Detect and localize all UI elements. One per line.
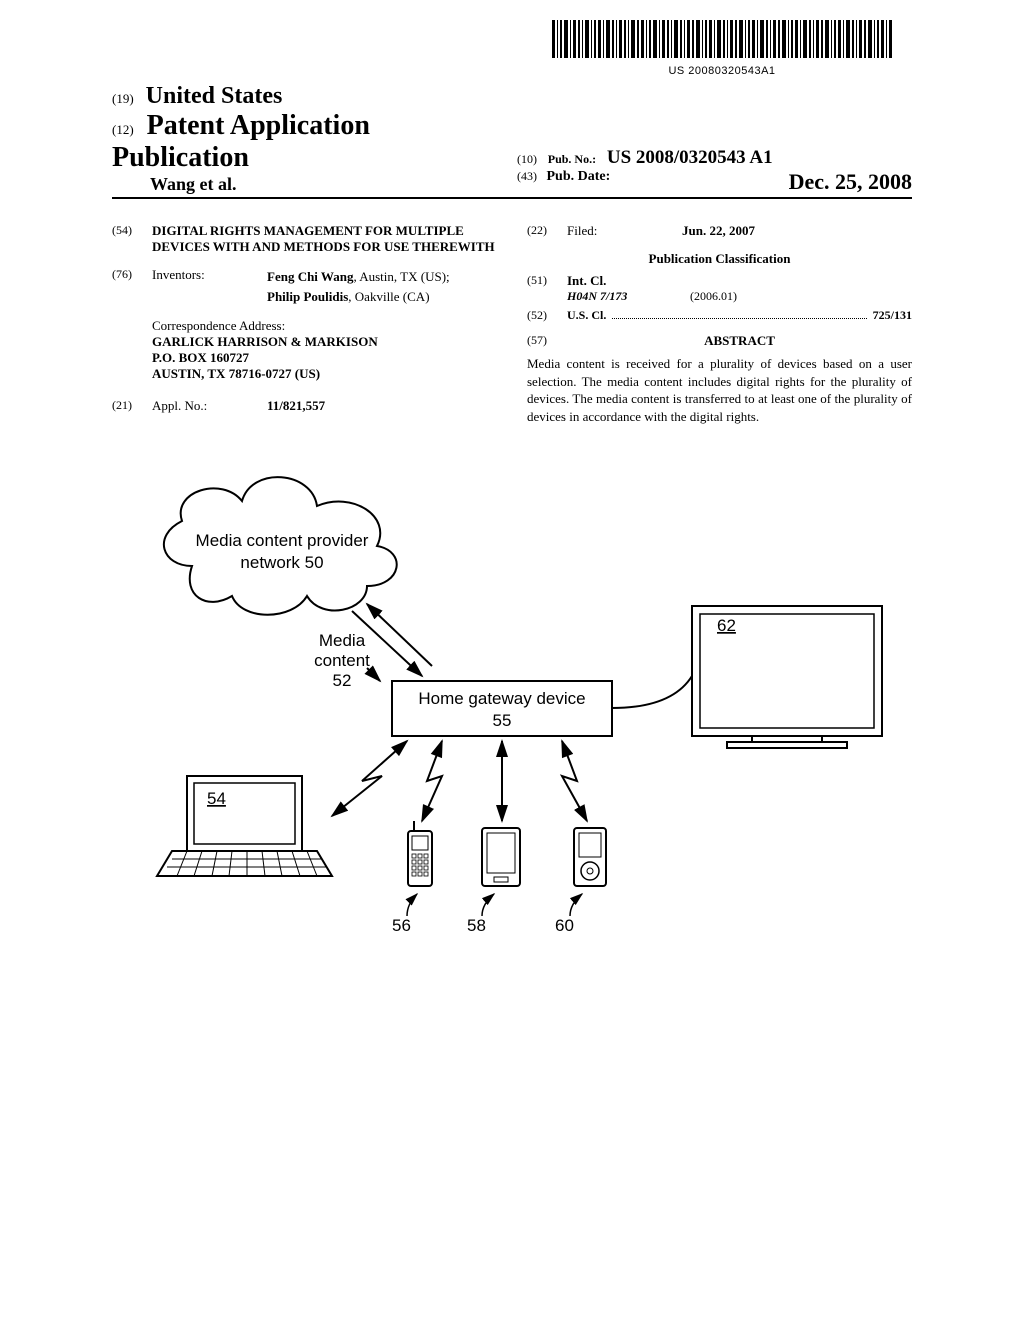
pda-callout-arrow <box>482 894 494 916</box>
cloud-label-1: Media content provider <box>196 531 369 550</box>
mp3-label: 60 <box>555 916 574 935</box>
laptop-icon: 54 <box>157 776 332 876</box>
mp3-callout-arrow <box>570 894 582 916</box>
code-57: (57) <box>527 333 567 349</box>
tv-label: 62 <box>717 616 736 635</box>
inventor-2-name: Philip Poulidis <box>267 289 348 304</box>
gateway-label-1: Home gateway device <box>418 689 585 708</box>
code-76: (76) <box>112 267 152 306</box>
cloud-label-2: network 50 <box>240 553 323 572</box>
invention-title: DIGITAL RIGHTS MANAGEMENT FOR MULTIPLE D… <box>152 223 497 255</box>
correspondence-line-3: AUSTIN, TX 78716-0727 (US) <box>152 366 497 382</box>
left-column: (54) DIGITAL RIGHTS MANAGEMENT FOR MULTI… <box>112 223 497 426</box>
media-label-3: 52 <box>333 671 352 690</box>
code-52: (52) <box>527 308 567 323</box>
publication-classification-heading: Publication Classification <box>527 251 912 267</box>
mp3-icon <box>574 828 606 886</box>
tv-icon: 62 <box>692 606 882 748</box>
application-number: 11/821,557 <box>267 398 497 414</box>
pubdate-label: Pub. Date: <box>547 169 611 184</box>
wireless-arrow-laptop <box>332 741 407 816</box>
abstract-heading: ABSTRACT <box>567 333 912 349</box>
abstract-text: Media content is received for a pluralit… <box>527 355 912 425</box>
phone-label: 56 <box>392 916 411 935</box>
code-51: (51) <box>527 273 567 289</box>
wireless-arrow-mp3 <box>562 741 587 821</box>
laptop-label: 54 <box>207 789 226 808</box>
doc-type: Patent Application Publication <box>112 110 370 173</box>
intcl-date: (2006.01) <box>690 289 737 303</box>
pub-date: Dec. 25, 2008 <box>789 169 912 195</box>
country-name: United States <box>146 83 283 109</box>
filed-date: Jun. 22, 2007 <box>682 223 912 239</box>
barcode-area: US 20080320543A1 <box>112 20 912 79</box>
code-21: (21) <box>112 398 152 414</box>
cellphone-icon <box>408 821 432 886</box>
code-19: (19) <box>112 91 134 106</box>
code-54: (54) <box>112 223 152 255</box>
inventor-1-loc: , Austin, TX (US); <box>353 269 449 284</box>
pda-label: 58 <box>467 916 486 935</box>
authors-line: Wang et al. <box>150 174 507 195</box>
pub-number: US 2008/0320543 A1 <box>607 147 773 168</box>
media-label-1: Media <box>319 631 366 650</box>
barcode-icon <box>552 20 892 58</box>
correspondence-line-1: GARLICK HARRISON & MARKISON <box>152 334 497 350</box>
uscl-value: 725/131 <box>873 308 912 323</box>
correspondence-label: Correspondence Address: <box>152 318 497 334</box>
cloud-icon: Media content provider network 50 <box>164 477 397 615</box>
inventors-value: Feng Chi Wang, Austin, TX (US); Philip P… <box>267 267 497 306</box>
wireless-arrow-phone <box>422 741 442 821</box>
inventor-1-name: Feng Chi Wang <box>267 269 353 284</box>
pubno-label: Pub. No.: <box>548 152 596 166</box>
phone-callout-arrow <box>407 894 417 916</box>
barcode-number: US 20080320543A1 <box>552 65 892 77</box>
inventor-2-loc: , Oakville (CA) <box>348 289 429 304</box>
patent-figure: Media content provider network 50 Media … <box>112 446 912 966</box>
dot-leader <box>612 318 866 319</box>
gateway-label-2: 55 <box>493 711 512 730</box>
media-label-2: content <box>314 651 370 670</box>
pda-icon <box>482 828 520 886</box>
code-10: (10) <box>517 152 537 166</box>
correspondence-address: Correspondence Address: GARLICK HARRISON… <box>152 318 497 382</box>
right-column: (22) Filed: Jun. 22, 2007 Publication Cl… <box>527 223 912 426</box>
intcl-code: H04N 7/173 <box>567 289 687 304</box>
intcl-label: Int. Cl. <box>567 273 912 289</box>
correspondence-line-2: P.O. BOX 160727 <box>152 350 497 366</box>
code-43: (43) <box>517 169 537 183</box>
filed-label: Filed: <box>567 223 682 239</box>
document-header: (19) United States (12) Patent Applicati… <box>112 83 912 199</box>
code-12: (12) <box>112 122 134 137</box>
code-22: (22) <box>527 223 567 239</box>
applno-label: Appl. No.: <box>152 398 267 414</box>
uscl-label: U.S. Cl. <box>567 308 606 323</box>
inventors-label: Inventors: <box>152 267 267 306</box>
